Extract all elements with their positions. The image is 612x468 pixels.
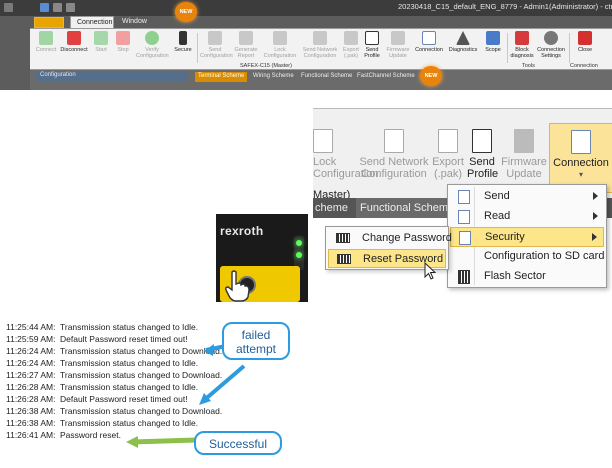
arrowhead — [204, 344, 214, 356]
arrowhead — [126, 436, 138, 448]
callout-failed-attempt: failed attempt — [222, 322, 290, 360]
annotation-arrows — [126, 342, 246, 448]
arrow-to-second-fail — [200, 364, 246, 404]
arrow-to-success — [131, 437, 197, 445]
callout-successful: Successful — [194, 431, 282, 455]
